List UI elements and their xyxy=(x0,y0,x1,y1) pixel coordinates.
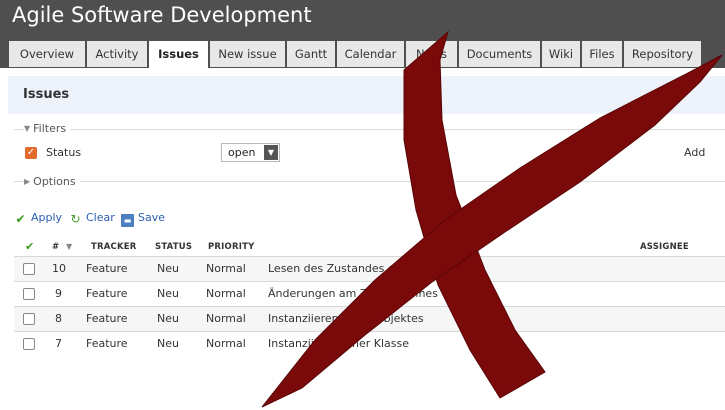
filters-legend[interactable]: ▼ Filters xyxy=(24,122,71,135)
tab-issues[interactable]: Issues xyxy=(149,41,208,68)
status-filter-value: open xyxy=(228,146,256,159)
column-header-priority[interactable]: PRIORITY xyxy=(208,242,254,252)
options-divider xyxy=(14,181,725,182)
tab-new-issue[interactable]: New issue xyxy=(210,41,285,67)
apply-label: Apply xyxy=(31,211,63,224)
main-menu-tabs: Overview Activity Issues New issue Gantt… xyxy=(0,41,725,68)
issue-subject[interactable]: Instanziieren eines Objektes xyxy=(268,312,424,325)
column-header-id[interactable]: # xyxy=(52,242,59,252)
issue-status: Neu xyxy=(157,312,179,325)
issue-status: Neu xyxy=(157,287,179,300)
issue-priority: Normal xyxy=(206,312,246,325)
issue-tracker: Feature xyxy=(86,262,128,275)
table-row[interactable]: 7 Feature Neu Normal Instanziieren einer… xyxy=(14,332,725,357)
clear-label: Clear xyxy=(86,211,115,224)
filters-legend-label: Filters xyxy=(33,122,67,135)
issue-status: Neu xyxy=(157,337,179,350)
options-legend[interactable]: ▶ Options xyxy=(24,175,80,188)
issue-id[interactable]: 10 xyxy=(52,262,66,275)
triangle-right-icon: ▶ xyxy=(24,177,31,186)
row-checkbox[interactable] xyxy=(23,313,35,325)
tab-activity[interactable]: Activity xyxy=(87,41,147,67)
sort-desc-icon: ▼ xyxy=(66,242,73,251)
clear-button[interactable]: ↻ Clear xyxy=(69,211,115,226)
issue-status: Neu xyxy=(157,262,179,275)
issue-id[interactable]: 8 xyxy=(55,312,62,325)
save-button[interactable]: ▬ Save xyxy=(121,211,165,227)
issue-tracker: Feature xyxy=(86,312,128,325)
issue-priority: Normal xyxy=(206,337,246,350)
check-icon: ✔ xyxy=(15,212,26,226)
reload-icon: ↻ xyxy=(70,212,81,226)
table-row[interactable]: 9 Feature Neu Normal Änderungen am Zusta… xyxy=(14,282,725,307)
status-filter-label: Status xyxy=(46,146,82,159)
row-checkbox[interactable] xyxy=(23,288,35,300)
filters-divider xyxy=(14,129,725,130)
project-title: Agile Software Development xyxy=(12,3,312,27)
top-header: Agile Software Development Overview Acti… xyxy=(0,0,725,68)
issue-subject[interactable]: Änderungen am Zustand eines Objektes xyxy=(268,287,490,300)
tab-calendar[interactable]: Calendar xyxy=(337,41,404,67)
issue-tracker: Feature xyxy=(86,337,128,350)
issue-subject[interactable]: Lesen des Zustandes eines Objektes xyxy=(268,262,469,275)
column-header-status[interactable]: STATUS xyxy=(155,242,192,252)
issue-id[interactable]: 9 xyxy=(55,287,62,300)
issues-title-bar: Issues xyxy=(8,76,725,114)
apply-button[interactable]: ✔ Apply xyxy=(14,211,62,226)
status-filter-select[interactable]: open ▼ xyxy=(221,143,280,162)
status-filter-checkbox[interactable]: ✓ xyxy=(25,147,37,159)
tab-gantt[interactable]: Gantt xyxy=(287,41,335,67)
tab-repository[interactable]: Repository xyxy=(624,41,701,67)
tab-wiki[interactable]: Wiki xyxy=(542,41,580,67)
row-checkbox[interactable] xyxy=(23,263,35,275)
issue-subject[interactable]: Instanziieren einer Klasse xyxy=(268,337,409,350)
tab-news[interactable]: News xyxy=(406,41,457,67)
issue-tracker: Feature xyxy=(86,287,128,300)
floppy-disk-icon: ▬ xyxy=(121,214,134,227)
table-row[interactable]: 8 Feature Neu Normal Instanziieren eines… xyxy=(14,307,725,332)
save-label: Save xyxy=(138,211,166,224)
issue-priority: Normal xyxy=(206,262,246,275)
tab-files[interactable]: Files xyxy=(582,41,622,67)
options-legend-label: Options xyxy=(33,175,76,188)
chevron-down-icon: ▼ xyxy=(264,145,278,160)
issue-id[interactable]: 7 xyxy=(55,337,62,350)
page-title: Issues xyxy=(23,87,70,102)
tab-overview[interactable]: Overview xyxy=(9,41,85,67)
row-checkbox[interactable] xyxy=(23,338,35,350)
table-row[interactable]: 10 Feature Neu Normal Lesen des Zustande… xyxy=(14,257,725,282)
column-header-assignee[interactable]: ASSIGNEE xyxy=(640,242,689,252)
triangle-down-icon: ▼ xyxy=(24,124,31,133)
tab-documents[interactable]: Documents xyxy=(459,41,540,67)
column-header-tracker[interactable]: TRACKER xyxy=(91,242,137,252)
issue-priority: Normal xyxy=(206,287,246,300)
toggle-all-check-icon[interactable]: ✔ xyxy=(25,240,34,253)
add-filter-label[interactable]: Add xyxy=(684,146,705,159)
column-header-subject[interactable]: SUBJECT xyxy=(425,242,467,252)
